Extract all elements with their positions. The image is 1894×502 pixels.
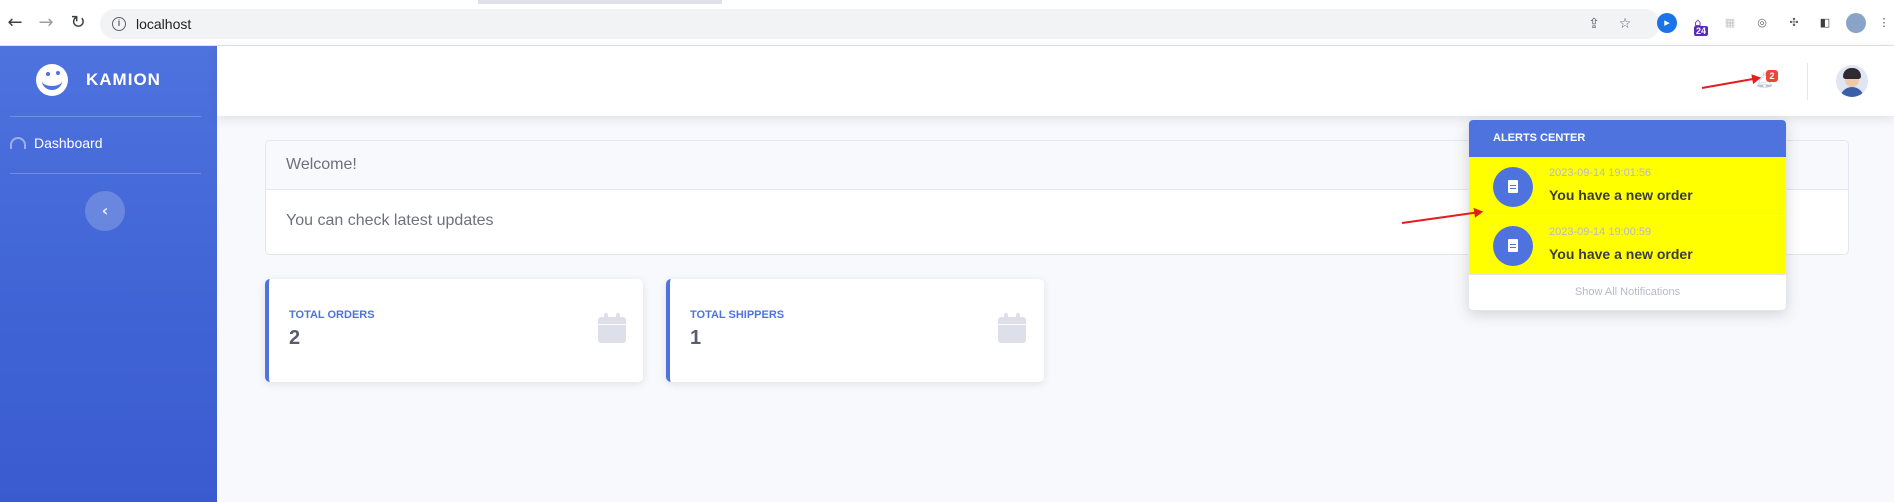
- user-avatar[interactable]: [1836, 65, 1868, 97]
- tab-strip: [0, 0, 1894, 4]
- site-info-icon[interactable]: i: [112, 17, 126, 31]
- calendar-icon: [998, 313, 1026, 343]
- file-icon: [1493, 167, 1533, 207]
- sidebar-toggle-button[interactable]: ‹: [85, 191, 125, 231]
- stat-value: 2: [289, 327, 301, 349]
- share-icon[interactable]: ⇪: [1586, 16, 1602, 32]
- address-url[interactable]: localhost: [136, 16, 191, 32]
- tab-inactive[interactable]: [722, 0, 1894, 4]
- stat-card-total-orders: TOTAL ORDERS 2: [265, 279, 643, 382]
- avatar-body: [1840, 87, 1864, 97]
- browser-menu-icon[interactable]: ⋮: [1874, 13, 1894, 33]
- alert-text: You have a new order: [1549, 187, 1693, 203]
- tab-active[interactable]: [0, 0, 478, 4]
- calendar-icon: [598, 313, 626, 343]
- alert-item[interactable]: 2023-09-14 19:01:56 You have a new order: [1469, 157, 1786, 216]
- avatar-hair: [1843, 68, 1861, 79]
- brand-logo-icon: [36, 64, 68, 96]
- sidebar-item-label: Dashboard: [34, 135, 103, 151]
- browser-toolbar: ← → ↻ i localhost ⇪ ☆ ▸ ⌂ 24 ▦ ◎ ✣ ◧ ⋮: [0, 0, 1894, 46]
- sidebar-divider: [10, 173, 201, 174]
- sidebar: KAMION Dashboard ‹: [0, 46, 217, 502]
- dashboard-icon: [10, 137, 26, 149]
- bookmark-star-icon[interactable]: ☆: [1617, 16, 1633, 32]
- forward-icon[interactable]: →: [36, 13, 56, 33]
- alert-time: 2023-09-14 19:00:59: [1549, 226, 1652, 238]
- extension-circle-icon[interactable]: ◎: [1752, 13, 1772, 33]
- alerts-dropdown: ALERTS CENTER 2023-09-14 19:01:56 You ha…: [1468, 119, 1787, 311]
- alert-item[interactable]: 2023-09-14 19:00:59 You have a new order: [1469, 216, 1786, 275]
- sidebar-divider: [10, 116, 201, 117]
- topbar-divider: [1807, 63, 1808, 100]
- side-panel-icon[interactable]: ◧: [1815, 13, 1835, 33]
- show-all-notifications-link[interactable]: Show All Notifications: [1469, 275, 1786, 310]
- file-icon: [1493, 226, 1533, 266]
- alerts-header: ALERTS CENTER: [1469, 120, 1786, 157]
- notification-count-badge: 2: [1766, 70, 1778, 82]
- sidebar-item-dashboard[interactable]: Dashboard: [10, 135, 103, 151]
- extension-play-icon[interactable]: ▸: [1657, 13, 1677, 33]
- stat-label: TOTAL ORDERS: [289, 309, 375, 321]
- reload-icon[interactable]: ↻: [68, 13, 88, 33]
- extensions-puzzle-icon[interactable]: ✣: [1784, 13, 1804, 33]
- topbar: [217, 46, 1894, 116]
- brand-link[interactable]: KAMION: [36, 64, 161, 96]
- profile-avatar-icon[interactable]: [1846, 13, 1866, 33]
- brand-name: KAMION: [86, 70, 161, 89]
- stat-card-total-shippers: TOTAL SHIPPERS 1: [666, 279, 1044, 382]
- back-icon[interactable]: ←: [5, 13, 25, 33]
- stat-value: 1: [690, 327, 702, 349]
- alert-text: You have a new order: [1549, 246, 1693, 262]
- extension-grid-icon[interactable]: ▦: [1720, 13, 1740, 33]
- alert-time: 2023-09-14 19:01:56: [1549, 167, 1652, 179]
- address-bar[interactable]: i localhost ⇪ ☆: [100, 9, 1660, 39]
- extension-badge: 24: [1694, 26, 1709, 36]
- stat-label: TOTAL SHIPPERS: [690, 309, 785, 321]
